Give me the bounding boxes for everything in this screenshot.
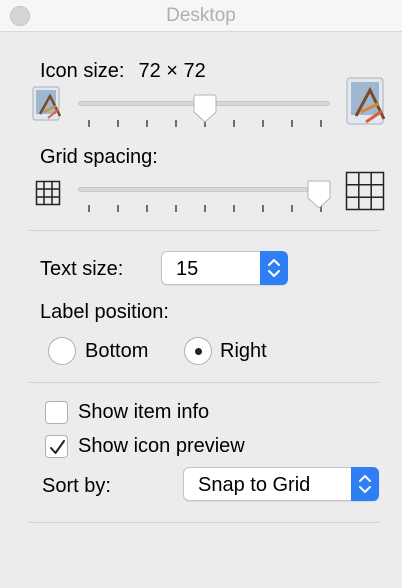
updown-chevron-icon	[359, 475, 371, 493]
show-item-info-checkbox[interactable]	[45, 401, 68, 424]
text-size-popup[interactable]: 15	[161, 251, 288, 285]
label-position-label: Label position:	[40, 301, 169, 323]
separator	[28, 230, 380, 231]
sort-by-popup[interactable]: Snap to Grid	[183, 467, 379, 501]
show-icon-preview-checkbox[interactable]	[45, 435, 68, 458]
icon-size-value: 72 × 72	[138, 60, 206, 82]
separator	[28, 382, 380, 383]
show-item-info-label[interactable]: Show item info	[78, 401, 209, 424]
title-bar: Desktop	[0, 0, 402, 32]
sort-by-stepper[interactable]	[351, 467, 379, 501]
separator	[28, 522, 380, 523]
sort-by-value: Snap to Grid	[198, 474, 311, 496]
grid-spacing-label: Grid spacing:	[40, 146, 158, 168]
radio-bottom-label[interactable]: Bottom	[85, 340, 148, 363]
text-size-stepper[interactable]	[260, 251, 288, 285]
grid-spacing-slider-thumb[interactable]	[305, 180, 333, 210]
small-grid-icon	[35, 180, 61, 206]
grid-spacing-slider-track[interactable]	[78, 187, 330, 192]
icon-size-slider-thumb[interactable]	[191, 94, 219, 124]
small-app-icon	[32, 86, 62, 121]
radio-right[interactable]	[184, 337, 212, 365]
text-size-label: Text size:	[40, 258, 124, 280]
icon-size-label: Icon size: 72 × 72	[40, 60, 206, 83]
window-title: Desktop	[166, 5, 236, 26]
large-grid-icon	[345, 171, 385, 211]
sort-by-label: Sort by:	[42, 475, 111, 497]
large-app-icon	[346, 77, 386, 125]
desktop-view-options-window: Desktop Icon size: 72 × 72 Grid spacing:	[0, 0, 402, 588]
radio-bottom[interactable]	[48, 337, 76, 365]
radio-selected-dot	[195, 348, 202, 355]
grid-spacing-slider-ticks	[78, 205, 330, 213]
checkmark-icon	[50, 440, 65, 454]
show-icon-preview-label[interactable]: Show icon preview	[78, 435, 245, 458]
radio-right-label[interactable]: Right	[220, 340, 267, 363]
icon-size-label-text: Icon size:	[40, 60, 125, 82]
updown-chevron-icon	[268, 259, 280, 277]
text-size-value: 15	[176, 258, 199, 280]
